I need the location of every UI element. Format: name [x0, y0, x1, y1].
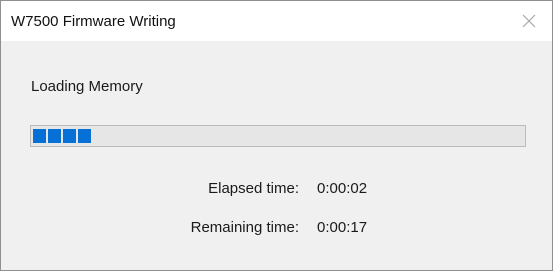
- progress-bar: [30, 125, 526, 147]
- progress-segment: [78, 129, 91, 143]
- elapsed-time-value: 0:00:02: [317, 180, 368, 197]
- remaining-time-label: Remaining time:: [190, 219, 299, 236]
- remaining-time-value: 0:00:17: [317, 219, 368, 236]
- close-button[interactable]: [506, 1, 552, 41]
- elapsed-time-label: Elapsed time:: [208, 180, 299, 197]
- firmware-writing-dialog: W7500 Firmware Writing Loading Memory El…: [0, 0, 553, 271]
- progress-segment: [63, 129, 76, 143]
- window-title: W7500 Firmware Writing: [11, 13, 176, 30]
- close-icon: [522, 14, 536, 28]
- dialog-body: Loading Memory Elapsed time: 0:00:02 Rem…: [1, 41, 552, 270]
- progress-segment: [33, 129, 46, 143]
- title-bar[interactable]: W7500 Firmware Writing: [1, 1, 552, 41]
- status-text: Loading Memory: [31, 78, 143, 95]
- progress-fill: [33, 129, 91, 143]
- progress-segment: [48, 129, 61, 143]
